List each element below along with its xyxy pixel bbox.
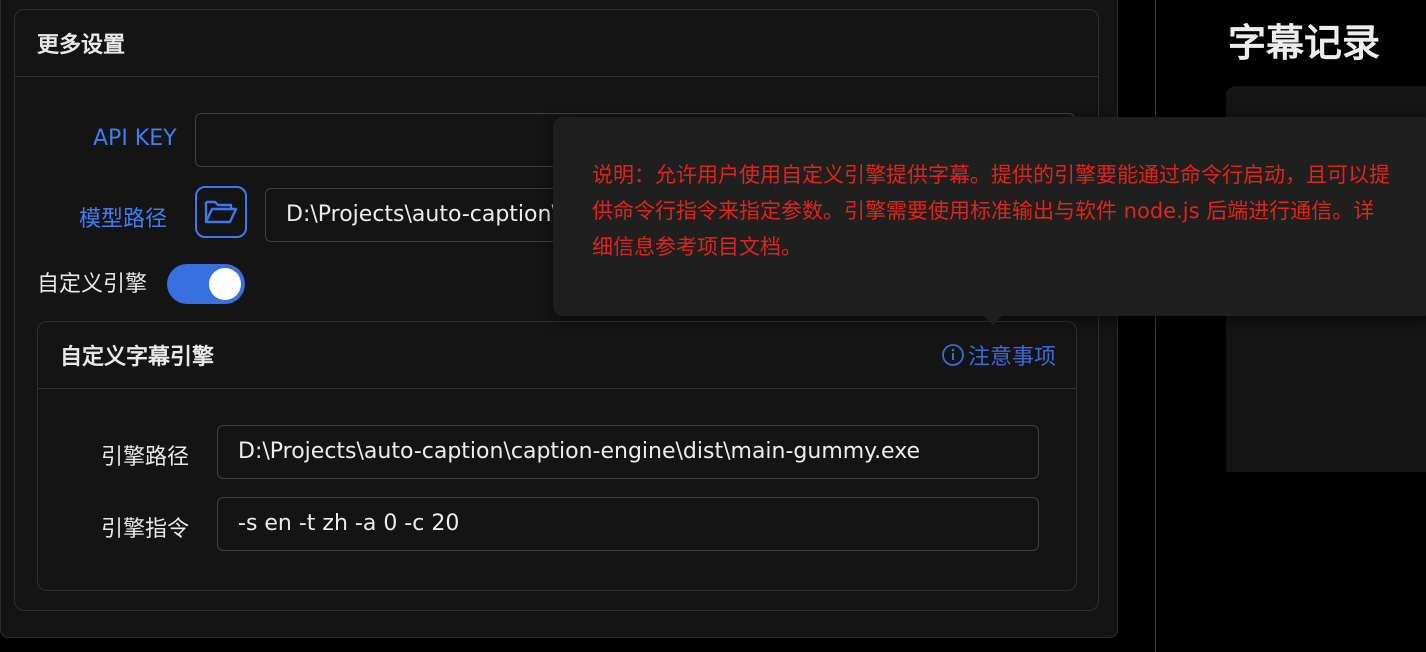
- notice-tooltip-text: 说明：允许用户使用自定义引擎提供字幕。提供的引擎要能通过命令行启动，且可以提供命…: [592, 163, 1390, 259]
- custom-engine-card: 自定义字幕引擎 注意事项 引擎路径 D:\Projects\auto-capti…: [37, 321, 1077, 591]
- more-settings-title: 更多设置: [15, 10, 1098, 77]
- engine-command-label: 引擎指令: [101, 517, 190, 542]
- model-path-label: 模型路径: [79, 207, 168, 232]
- notice-link[interactable]: 注意事项: [941, 339, 1056, 371]
- toggle-knob: [209, 268, 241, 300]
- notice-tooltip: 说明：允许用户使用自定义引擎提供字幕。提供的引擎要能通过命令行启动，且可以提供命…: [553, 117, 1426, 325]
- api-key-label: API KEY: [93, 126, 177, 151]
- notice-label: 注意事项: [967, 345, 1056, 370]
- caption-records-title: 字幕记录: [1228, 21, 1381, 65]
- settings-outer-panel: 更多设置 API KEY 模型路径 D:\Projects\auto-capti…: [0, 0, 1118, 638]
- custom-engine-header: 自定义字幕引擎 注意事项: [38, 322, 1076, 389]
- panel-divider: [1155, 0, 1156, 652]
- info-circle-icon: [942, 344, 964, 366]
- custom-engine-toggle[interactable]: [167, 264, 245, 304]
- app-root: 更多设置 API KEY 模型路径 D:\Projects\auto-capti…: [0, 0, 1426, 652]
- select-folder-button[interactable]: [195, 186, 247, 238]
- tooltip-arrow: [983, 315, 1003, 325]
- custom-engine-label: 自定义引擎: [37, 272, 148, 297]
- engine-command-input[interactable]: -s en -t zh -a 0 -c 20: [217, 497, 1039, 551]
- folder-open-icon: [204, 200, 238, 224]
- custom-engine-title: 自定义字幕引擎: [60, 345, 215, 370]
- engine-path-label: 引擎路径: [101, 445, 190, 470]
- engine-path-input[interactable]: D:\Projects\auto-caption\caption-engine\…: [217, 425, 1039, 479]
